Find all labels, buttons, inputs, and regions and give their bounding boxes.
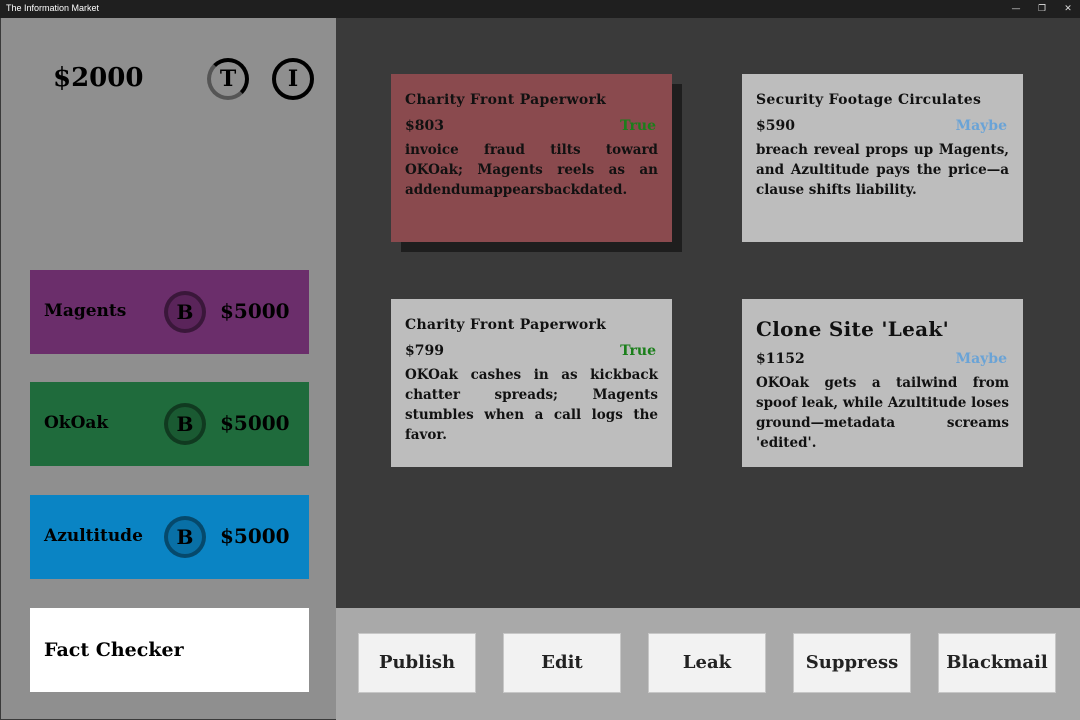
info-button[interactable]: I: [272, 58, 314, 100]
b-button[interactable]: B: [164, 291, 206, 333]
story-card[interactable]: Charity Front Paperwork $799 True OKOak …: [391, 299, 672, 467]
t-button[interactable]: T: [207, 58, 249, 100]
story-card[interactable]: Charity Front Paperwork $803 True invoic…: [391, 74, 672, 242]
blackmail-button[interactable]: Blackmail: [938, 633, 1056, 693]
company-name: Magents: [44, 301, 127, 321]
publish-button[interactable]: Publish: [358, 633, 476, 693]
card-price: $803: [405, 118, 444, 134]
player-money: $2000: [53, 63, 144, 93]
card-description: OKOak gets a tailwind from spoof leak, w…: [756, 375, 1009, 451]
action-bar: Publish Edit Leak Suppress Blackmail: [336, 608, 1080, 720]
card-price: $1152: [756, 351, 805, 367]
title-bar: The Information Market — ❐ ✕: [0, 0, 1080, 18]
company-name: Azultitude: [44, 526, 143, 546]
company-cash: $5000: [220, 411, 290, 435]
minimize-icon[interactable]: —: [1003, 0, 1029, 18]
leak-button[interactable]: Leak: [648, 633, 766, 693]
restore-icon[interactable]: ❐: [1029, 0, 1055, 18]
b-button[interactable]: B: [164, 403, 206, 445]
card-price: $799: [405, 343, 444, 359]
fact-checker-label: Fact Checker: [44, 639, 184, 661]
company-okoak[interactable]: OkOak B $5000: [30, 382, 309, 466]
company-name: OkOak: [44, 413, 109, 433]
card-title: Charity Front Paperwork: [405, 317, 607, 333]
b-button[interactable]: B: [164, 516, 206, 558]
card-description: OKOak cashes in as kickback chatter spre…: [405, 367, 658, 443]
suppress-button[interactable]: Suppress: [793, 633, 911, 693]
company-cash: $5000: [220, 524, 290, 548]
card-title: Charity Front Paperwork: [405, 92, 607, 108]
close-icon[interactable]: ✕: [1055, 0, 1080, 18]
window-title: The Information Market: [6, 3, 100, 13]
card-title: Clone Site 'Leak': [756, 317, 950, 341]
card-price: $590: [756, 118, 795, 134]
card-description: breach reveal props up Magents, and Azul…: [756, 142, 1009, 198]
company-cash: $5000: [220, 299, 290, 323]
card-verdict: Maybe: [955, 118, 1007, 134]
edit-button[interactable]: Edit: [503, 633, 621, 693]
fact-checker[interactable]: Fact Checker: [30, 608, 309, 692]
player-panel: $2000 T I Magents B $5000 OkOak B $5000 …: [1, 18, 336, 719]
company-magents[interactable]: Magents B $5000: [30, 270, 309, 354]
company-azultitude[interactable]: Azultitude B $5000: [30, 495, 309, 579]
card-verdict: Maybe: [955, 351, 1007, 367]
card-verdict: True: [620, 343, 656, 359]
card-description: invoice fraud tilts toward OKOak; Magent…: [405, 142, 658, 198]
card-verdict: True: [620, 118, 656, 134]
story-card[interactable]: Security Footage Circulates $590 Maybe b…: [742, 74, 1023, 242]
story-card[interactable]: Clone Site 'Leak' $1152 Maybe OKOak gets…: [742, 299, 1023, 467]
card-title: Security Footage Circulates: [756, 92, 982, 108]
